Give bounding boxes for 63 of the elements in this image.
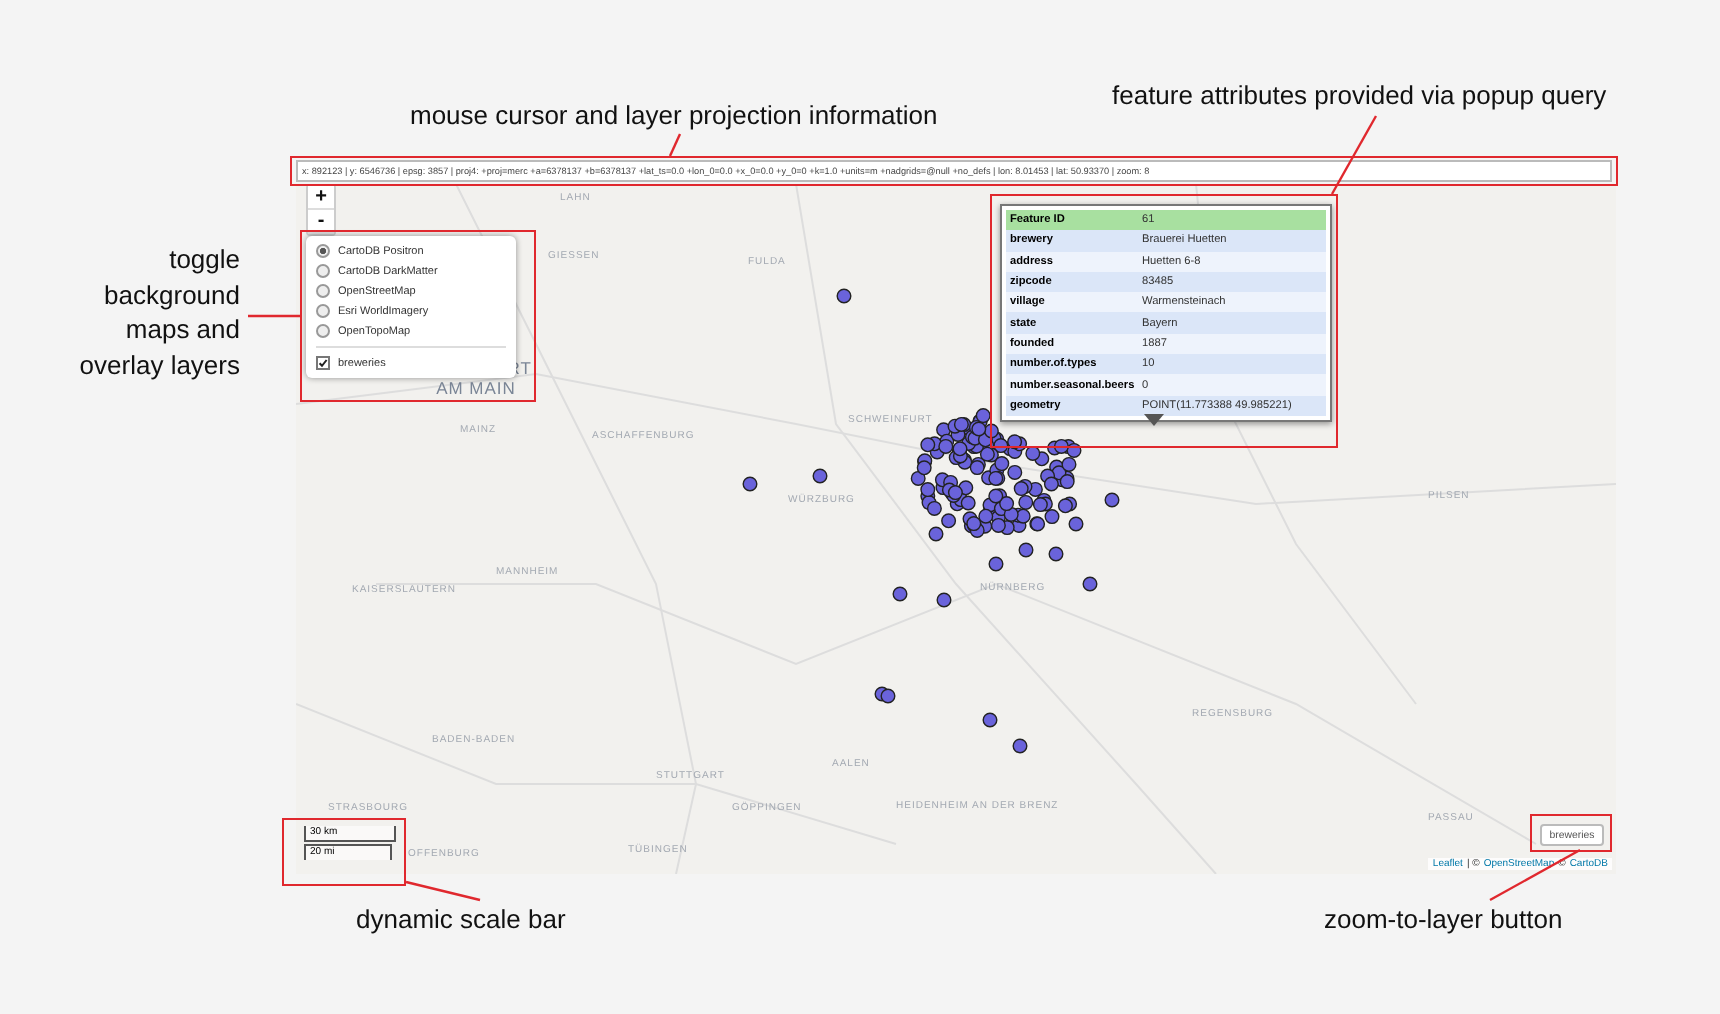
map-marker[interactable] (1044, 509, 1060, 525)
radio-button[interactable] (316, 304, 330, 318)
map-marker[interactable] (920, 437, 936, 453)
radio-button[interactable] (316, 284, 330, 298)
map-marker[interactable] (1012, 738, 1028, 754)
map-marker[interactable] (880, 688, 896, 704)
map-marker[interactable] (936, 592, 952, 608)
map-marker[interactable] (960, 495, 976, 511)
map-marker[interactable] (1059, 474, 1075, 490)
map-marker[interactable] (988, 470, 1004, 486)
map-marker[interactable] (990, 517, 1006, 533)
callout-frame (282, 818, 406, 886)
map-marker[interactable] (994, 456, 1010, 472)
radio-button[interactable] (316, 244, 330, 258)
map-marker[interactable] (1043, 476, 1059, 492)
map-marker[interactable] (926, 500, 942, 516)
leader-line (248, 314, 300, 318)
callout-frame (1530, 814, 1612, 852)
map-marker[interactable] (975, 408, 991, 424)
map-marker[interactable] (982, 712, 998, 728)
map-marker[interactable] (920, 482, 936, 498)
map-marker[interactable] (928, 526, 944, 542)
map-marker[interactable] (1082, 576, 1098, 592)
map-marker[interactable] (1007, 464, 1023, 480)
map-marker[interactable] (1053, 438, 1069, 454)
map-marker[interactable] (1032, 497, 1048, 513)
map-marker[interactable] (999, 496, 1015, 512)
leader-line (1330, 115, 1378, 195)
annotation-text: mouse cursor and layer projection information (410, 98, 938, 134)
map-marker[interactable] (1061, 456, 1077, 472)
map-marker[interactable] (1030, 516, 1046, 532)
map-marker[interactable] (892, 586, 908, 602)
map-marker[interactable] (1018, 542, 1034, 558)
zoom-in-button[interactable]: + (308, 186, 334, 210)
map-marker[interactable] (1104, 492, 1120, 508)
leader-line (668, 133, 682, 157)
map-marker[interactable] (969, 460, 985, 476)
map-marker[interactable] (812, 468, 828, 484)
map-marker[interactable] (988, 488, 1004, 504)
map-marker[interactable] (836, 288, 852, 304)
map-marker[interactable] (1068, 516, 1084, 532)
radio-button[interactable] (316, 264, 330, 278)
map-marker[interactable] (1018, 494, 1034, 510)
radio-button[interactable] (316, 324, 330, 338)
map-marker[interactable] (1048, 546, 1064, 562)
map-marker[interactable] (988, 556, 1004, 572)
annotation-text: feature attributes provided via popup query (1112, 78, 1607, 114)
map-marker[interactable] (910, 470, 926, 486)
annotation-text: dynamic scale bar (356, 902, 566, 938)
map-marker[interactable] (1007, 434, 1023, 450)
annotation-text: zoom-to-layer button (1324, 902, 1563, 938)
map-marker[interactable] (1013, 481, 1029, 497)
annotation-text: toggle background maps and overlay layers (77, 242, 240, 383)
map-marker[interactable] (742, 476, 758, 492)
checkbox[interactable] (316, 356, 330, 370)
map-marker[interactable] (966, 516, 982, 532)
map-marker[interactable] (978, 508, 994, 524)
map-marker[interactable] (941, 513, 957, 529)
map-marker[interactable] (916, 460, 932, 476)
leader-line (405, 880, 481, 902)
map-marker[interactable] (1057, 498, 1073, 514)
map-marker[interactable] (979, 446, 995, 462)
popup-tip-icon (1144, 414, 1164, 426)
